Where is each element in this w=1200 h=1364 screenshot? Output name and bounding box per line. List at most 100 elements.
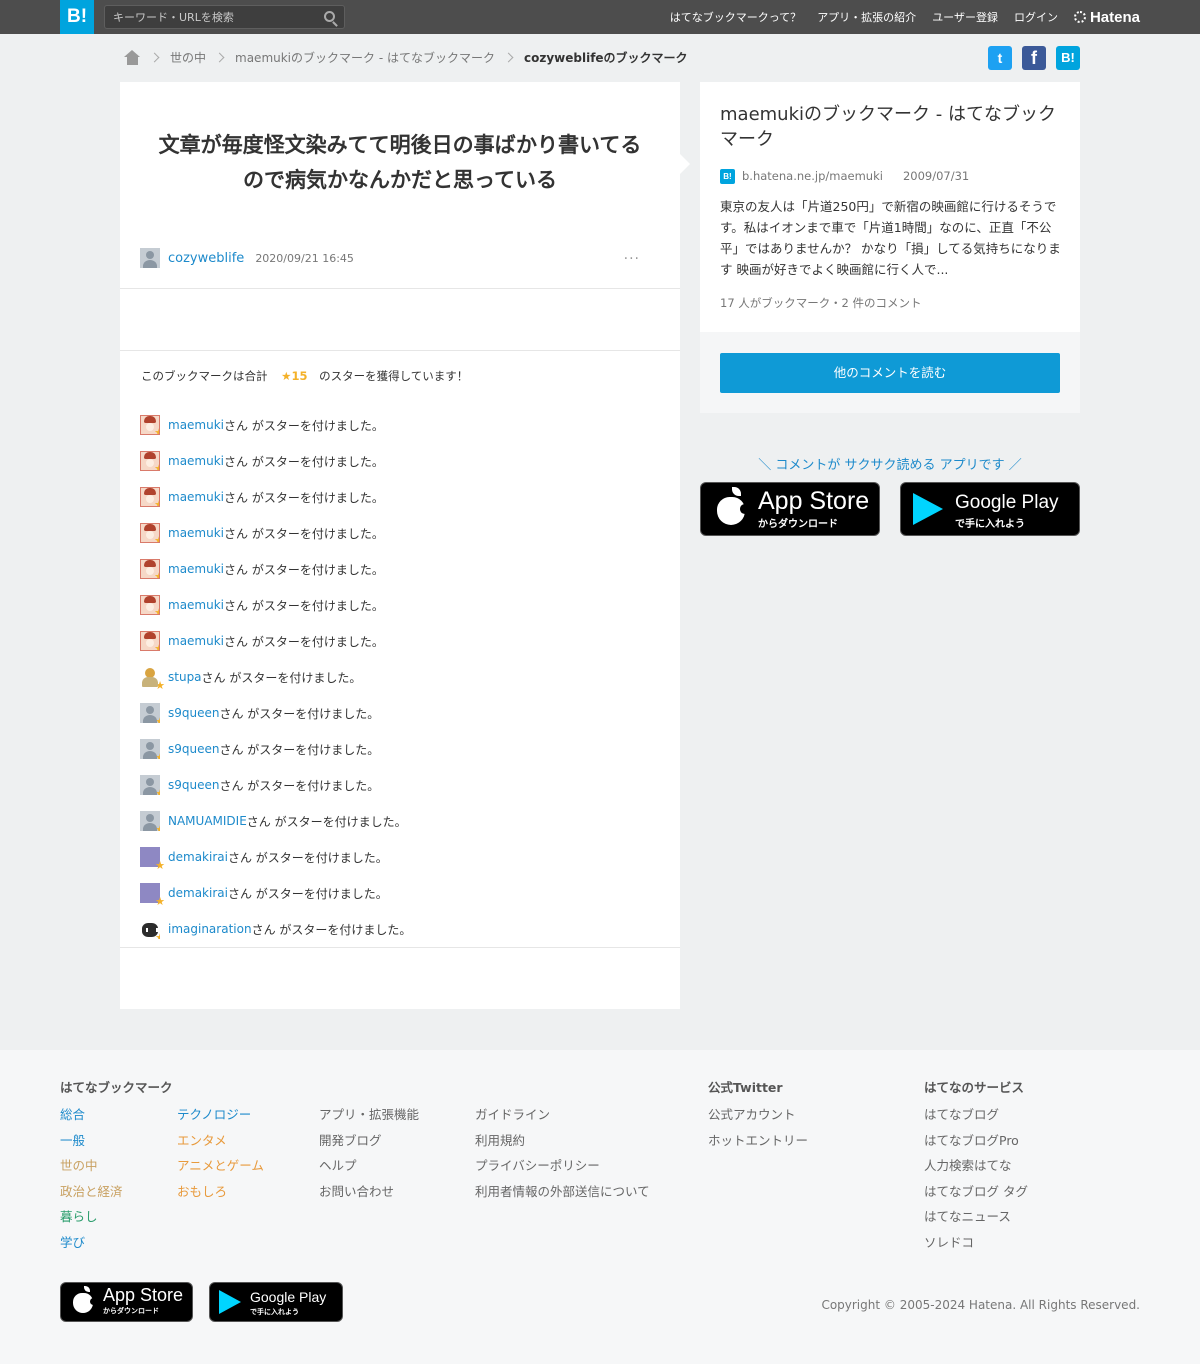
avatar[interactable]: ★ [140,631,160,651]
search-input[interactable] [113,9,313,25]
footer-categories-b: テクノロジー エンタメアニメとゲーム おもしろ [177,1104,264,1206]
footer-category-link[interactable]: 学び [60,1235,85,1250]
footer-category-link[interactable]: おもしろ [177,1184,227,1199]
app-promo-text: ＼ コメントが サクサク読める アプリです ／ [758,458,1022,473]
star-user-link[interactable]: maemuki [168,562,224,576]
avatar[interactable]: ★ [140,883,165,907]
footer-google-play-button[interactable]: Google Play で手に入れよう [209,1282,343,1322]
footer-link-terms[interactable]: 利用規約 [475,1133,525,1148]
nav-about-link[interactable]: はてなブックマークって？ [670,9,801,25]
star-user-link[interactable]: maemuki [168,634,224,648]
avatar[interactable]: ★ [140,559,160,579]
star-icon: ★ [155,932,160,939]
hatena-bookmark-icon: B! [1061,50,1075,65]
star-summary-suffix: のスターを獲得しています！ [319,369,469,383]
avatar[interactable]: ★ [140,919,160,939]
star-action-text: さん がスターを付けました。 [251,922,412,937]
avatar[interactable]: ★ [140,667,165,691]
nav-register-link[interactable]: ユーザー登録 [932,9,998,25]
list-item: ★ maemukiさん がスターを付けました。 [140,407,660,443]
facebook-share-button[interactable]: f [1022,46,1046,70]
avatar[interactable] [140,248,160,268]
read-other-comments-button[interactable]: 他のコメントを読む [720,353,1060,393]
star-user-link[interactable]: demakirai [168,886,228,900]
footer-link-official-account[interactable]: 公式アカウント [708,1107,796,1122]
star-icon: ★ [154,427,159,434]
footer-link-hotentry[interactable]: ホットエントリー [708,1133,808,1148]
more-options-icon[interactable]: ··· [624,251,640,267]
entry-domain-link[interactable]: b.hatena.ne.jp/maemuki [742,169,883,183]
star-user-link[interactable]: stupa [168,670,202,684]
avatar[interactable]: ★ [140,595,160,615]
list-item: ★ maemukiさん がスターを付けました。 [140,479,660,515]
hatena-brand-link[interactable]: Hatena [1073,9,1140,26]
avatar[interactable]: ★ [140,523,160,543]
star-user-link[interactable]: maemuki [168,526,224,540]
footer-link-hatena-blog[interactable]: はてなブログ [924,1107,999,1122]
avatar[interactable]: ★ [140,451,160,471]
star-icon: ★ [155,824,160,831]
avatar[interactable]: ★ [140,703,160,723]
footer-category-link[interactable]: 世の中 [60,1158,98,1173]
footer-link-hatena-news[interactable]: はてなニュース [924,1209,1011,1224]
avatar[interactable]: ★ [140,847,165,871]
author-name-link[interactable]: cozyweblife [168,251,244,266]
footer-twitter-links: 公式アカウント ホットエントリー [708,1104,808,1155]
footer-link-hatena-blog-pro[interactable]: はてなブログPro [924,1133,1019,1148]
footer-category-link[interactable]: テクノロジー [177,1107,251,1122]
hatena-share-button[interactable]: B! [1056,46,1080,70]
star-user-link[interactable]: s9queen [168,742,219,756]
footer-link-blog-tag[interactable]: はてなブログ タグ [924,1184,1028,1199]
nav-login-link[interactable]: ログイン [1014,9,1058,25]
star-user-link[interactable]: maemuki [168,454,224,468]
footer-link-guidelines[interactable]: ガイドライン [475,1107,550,1122]
search-icon[interactable] [324,11,335,22]
avatar[interactable]: ★ [140,739,160,759]
star-count: ★15 [281,369,308,383]
chevron-right-icon [149,52,160,62]
star-user-link[interactable]: s9queen [168,706,219,720]
avatar[interactable]: ★ [140,811,160,831]
app-store-button[interactable]: App Store からダウンロード [700,482,880,536]
twitter-share-button[interactable]: t [988,46,1012,70]
entry-title-link[interactable]: maemukiのブックマーク - はてなブックマーク [720,102,1065,152]
footer-link-contact[interactable]: お問い合わせ [319,1184,394,1199]
star-user-link[interactable]: imaginaration [168,922,252,936]
google-play-icon [913,493,943,525]
hatena-bookmark-logo[interactable]: B! [60,0,94,34]
footer-link-external-transmission[interactable]: 利用者情報の外部送信について [475,1184,650,1199]
avatar[interactable]: ★ [140,487,160,507]
footer-category-link[interactable]: エンタメ [177,1133,227,1148]
footer-link-help[interactable]: ヘルプ [319,1158,357,1173]
home-icon[interactable] [124,49,141,65]
star-user-link[interactable]: NAMUAMIDIE [168,814,247,828]
footer-link-soredoko[interactable]: ソレドコ [924,1235,974,1250]
footer-services-links: はてなブログ はてなブログPro 人力検索はてな はてなブログ タグ はてなニュ… [924,1104,1028,1257]
star-user-link[interactable]: s9queen [168,778,219,792]
bookmark-comment-card: 文章が毎度怪文染みてて明後日の事ばかり書いてるので病気かなんかだと思っている c… [120,82,690,1009]
footer-category-link[interactable]: 暮らし [60,1209,98,1224]
footer-category-link[interactable]: 政治と経済 [60,1184,123,1199]
breadcrumb-category[interactable]: 世の中 [170,49,206,66]
star-user-link[interactable]: maemuki [168,598,224,612]
list-item: ★ demakirai さん がスターを付けました。 [140,839,660,875]
nav-apps-link[interactable]: アプリ・拡張の紹介 [817,9,916,25]
google-play-button[interactable]: Google Play で手に入れよう [900,482,1080,536]
star-user-link[interactable]: maemuki [168,418,224,432]
footer-link-apps[interactable]: アプリ・拡張機能 [319,1107,419,1122]
avatar[interactable]: ★ [140,775,160,795]
avatar[interactable]: ★ [140,415,160,435]
star-user-link[interactable]: demakirai [168,850,228,864]
star-user-link[interactable]: maemuki [168,490,224,504]
footer-category-link[interactable]: 一般 [60,1133,85,1148]
footer-link-devblog[interactable]: 開発ブログ [319,1133,382,1148]
search-box[interactable] [104,5,345,29]
footer-app-store-button[interactable]: App Store からダウンロード [60,1282,193,1322]
star-icon: ★ [155,679,165,692]
breadcrumb-entry[interactable]: maemukiのブックマーク - はてなブックマーク [235,49,495,66]
footer-link-privacy[interactable]: プライバシーポリシー [475,1158,600,1173]
footer-link-jinriki[interactable]: 人力検索はてな [924,1158,1012,1173]
footer-category-link[interactable]: アニメとゲーム [177,1158,264,1173]
footer-category-link[interactable]: 総合 [60,1107,85,1122]
favicon-icon: B! [720,168,735,184]
